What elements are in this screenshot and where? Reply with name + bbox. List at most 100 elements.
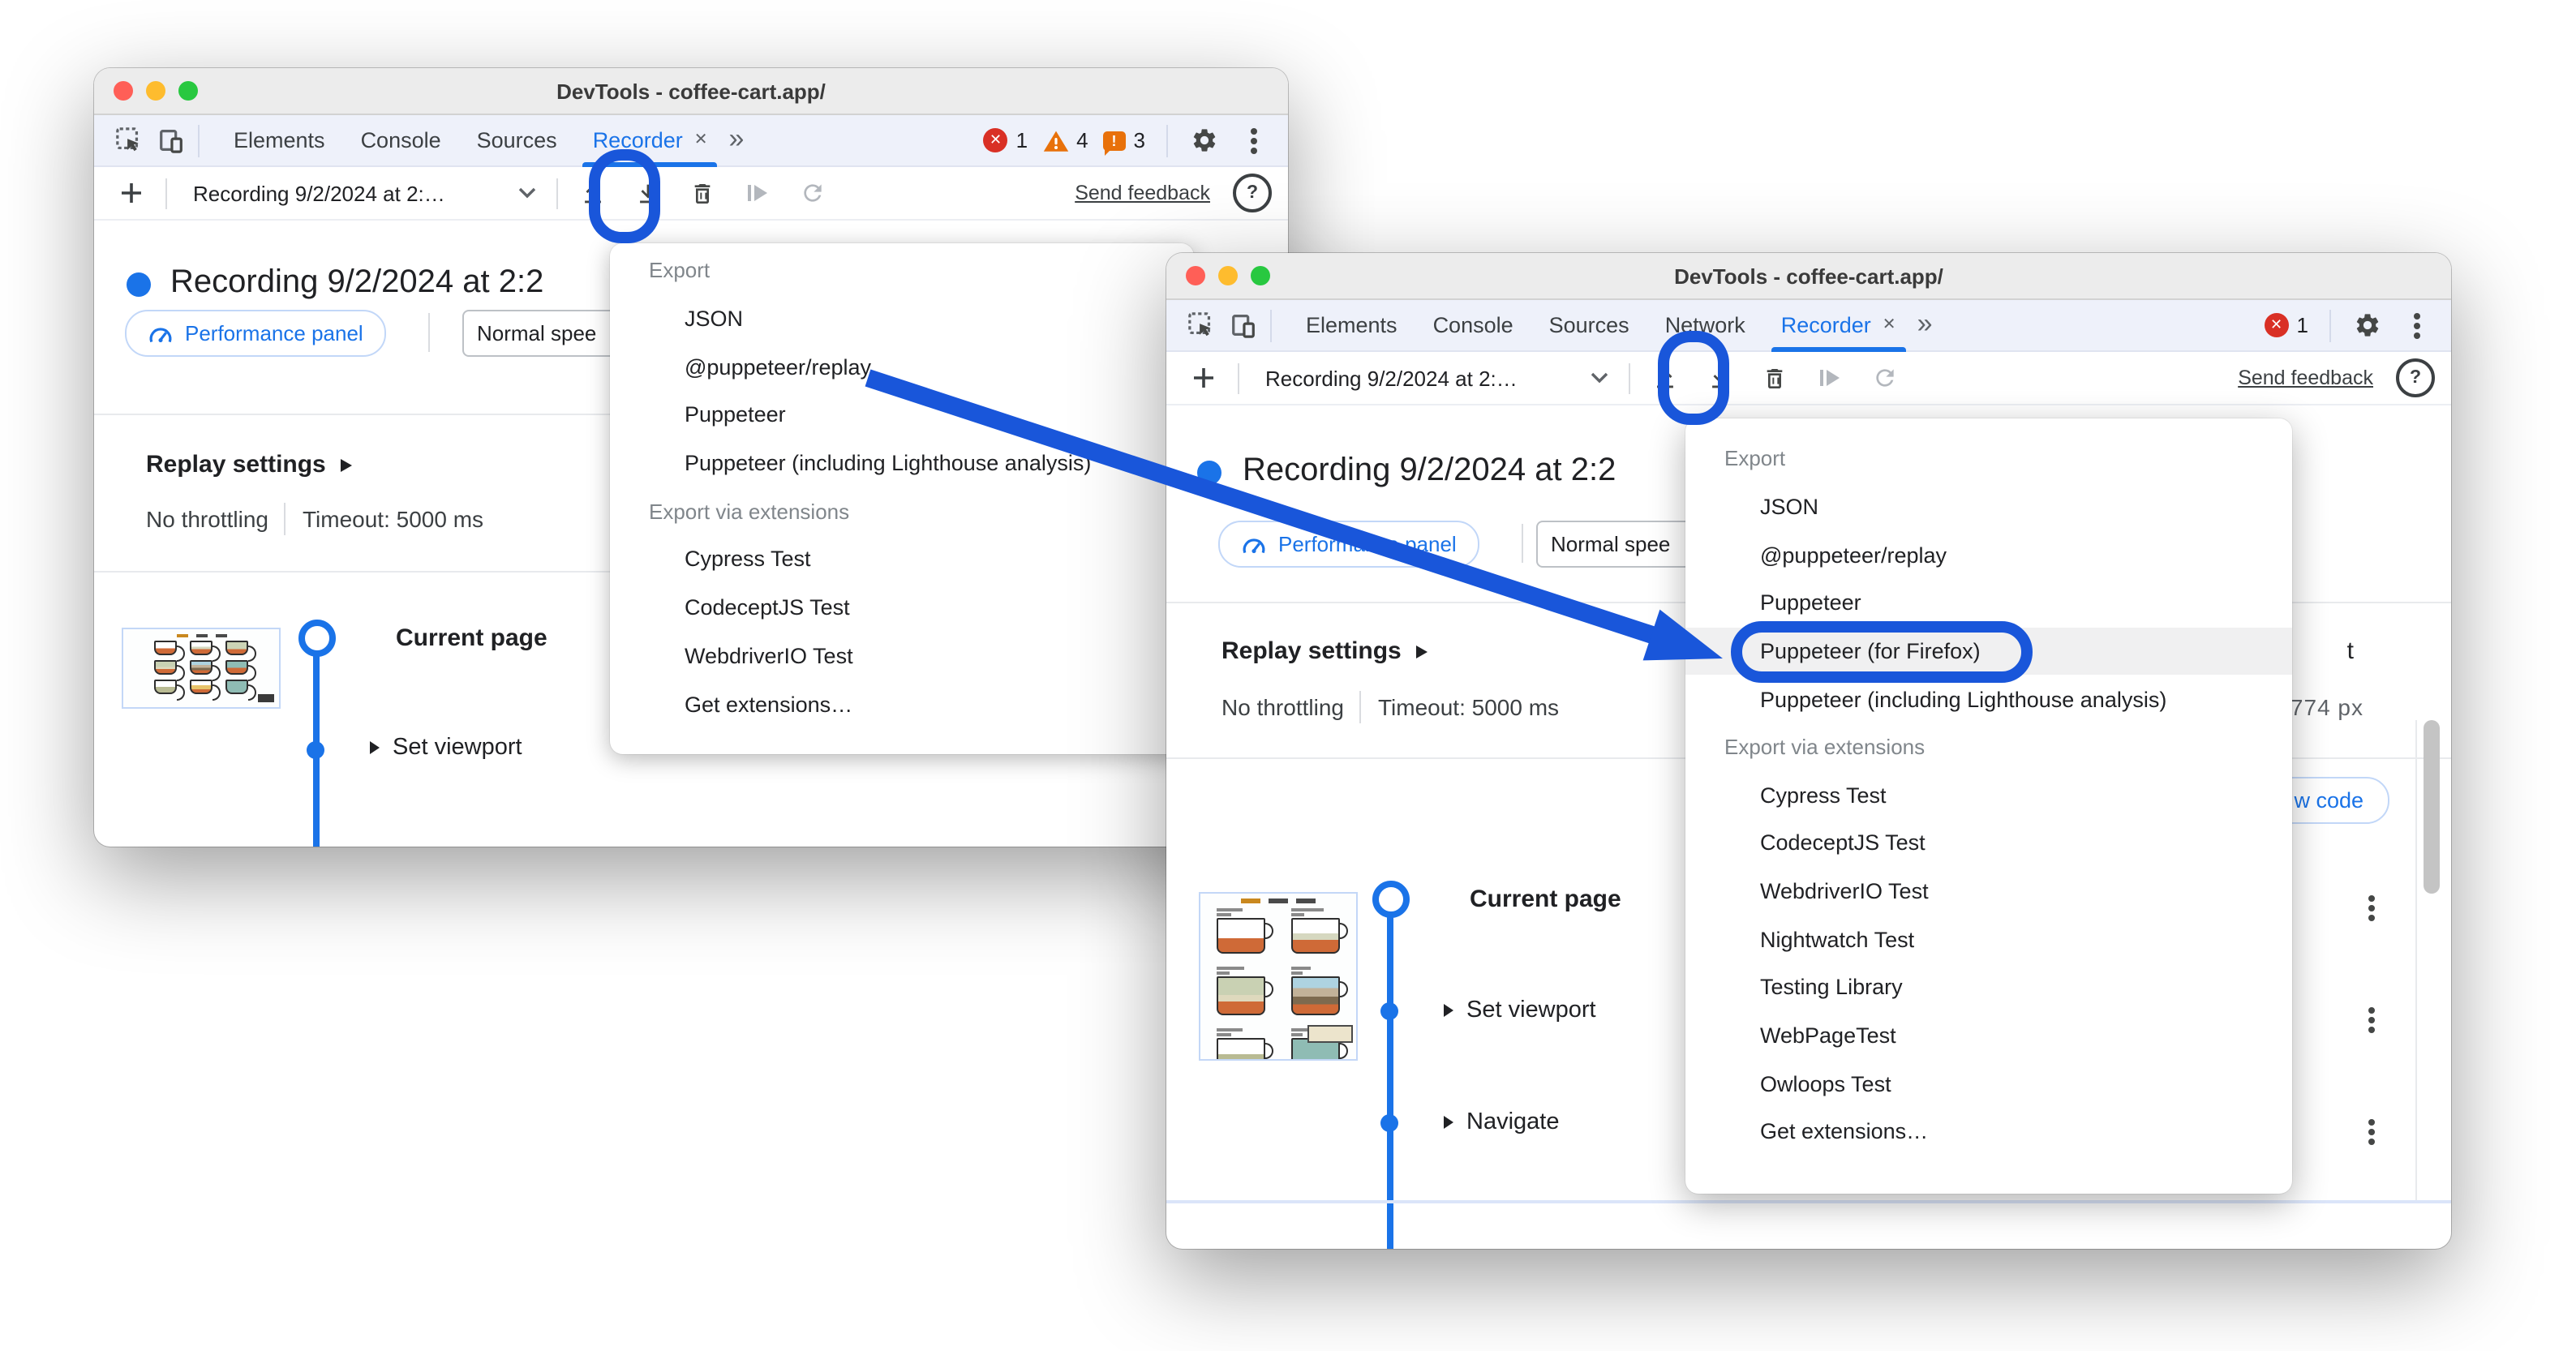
step-options-kebab-icon[interactable] xyxy=(2360,1001,2383,1040)
menu-item-puppeteer-replay[interactable]: @puppeteer/replay xyxy=(1685,531,2292,579)
tab-recorder-label: Recorder xyxy=(1780,313,1871,337)
menu-item-codeceptjs[interactable]: CodeceptJS Test xyxy=(610,584,1194,632)
vertical-scrollbar[interactable] xyxy=(2424,720,2440,894)
menu-item-json[interactable]: JSON xyxy=(610,294,1194,342)
step-set-viewport[interactable]: Set viewport xyxy=(370,735,522,761)
timeline-circle[interactable] xyxy=(298,620,336,657)
recording-select[interactable]: Recording 9/2/2024 at 2:… xyxy=(180,172,543,214)
kebab-menu-icon[interactable] xyxy=(2396,306,2438,345)
send-feedback-link[interactable]: Send feedback xyxy=(1075,182,1210,204)
issues-count: 3 xyxy=(1133,128,1145,152)
inspect-element-icon[interactable] xyxy=(107,121,149,160)
error-badge-icon[interactable]: ✕ xyxy=(983,128,1008,152)
tab-elements[interactable]: Elements xyxy=(216,115,343,165)
menu-item-puppeteer[interactable]: Puppeteer xyxy=(610,391,1194,439)
rerun-button-disabled[interactable] xyxy=(1864,357,1906,399)
menu-item-get-extensions[interactable]: Get extensions… xyxy=(610,680,1194,727)
timeout-value: Timeout: 5000 ms xyxy=(302,506,484,532)
gear-icon[interactable] xyxy=(1183,121,1225,160)
performance-panel-label: Performance panel xyxy=(1278,532,1457,556)
add-recording-button[interactable] xyxy=(1183,357,1225,399)
delete-recording-icon[interactable] xyxy=(1754,357,1796,399)
titlebar[interactable]: DevTools - coffee-cart.app/ xyxy=(1166,253,2451,300)
close-window-button[interactable] xyxy=(114,81,133,101)
menu-item-cypress[interactable]: Cypress Test xyxy=(610,535,1194,583)
thumbnail-tooltip xyxy=(1307,1025,1353,1043)
menu-item-webdriverio[interactable]: WebdriverIO Test xyxy=(610,632,1194,680)
recording-title: Recording 9/2/2024 at 2:2 xyxy=(1243,452,1616,488)
more-tabs-icon[interactable]: » xyxy=(1914,307,1943,343)
menu-item-get-extensions[interactable]: Get extensions… xyxy=(1685,1108,2292,1156)
replay-settings-toggle[interactable]: Replay settings xyxy=(1221,637,1428,665)
menu-item-json[interactable]: JSON xyxy=(1685,482,2292,530)
kebab-menu-icon[interactable] xyxy=(1233,121,1275,160)
performance-panel-button[interactable]: Performance panel xyxy=(1218,521,1479,568)
add-recording-button[interactable] xyxy=(110,172,152,214)
menu-item-webpagetest[interactable]: WebPageTest xyxy=(1685,1011,2292,1059)
step-set-viewport-label: Set viewport xyxy=(393,735,522,761)
menu-item-puppeteer-lighthouse[interactable]: Puppeteer (including Lighthouse analysis… xyxy=(610,440,1194,487)
minimize-window-button[interactable] xyxy=(146,81,165,101)
throttling-value: No throttling xyxy=(1221,694,1344,720)
close-icon[interactable]: ✕ xyxy=(694,131,708,149)
delete-recording-icon[interactable] xyxy=(681,172,723,214)
expander-triangle-icon xyxy=(1444,1116,1453,1129)
replay-settings-label: Replay settings xyxy=(146,451,326,478)
gear-icon[interactable] xyxy=(2346,306,2388,345)
divider xyxy=(428,313,430,352)
annotation-circle-export-button-2 xyxy=(1658,331,1729,425)
replay-button-disabled[interactable] xyxy=(1809,357,1851,399)
titlebar[interactable]: DevTools - coffee-cart.app/ xyxy=(94,68,1288,115)
issues-badge-icon[interactable]: ! xyxy=(1102,131,1126,155)
minimize-window-button[interactable] xyxy=(1218,266,1238,285)
menu-item-codeceptjs[interactable]: CodeceptJS Test xyxy=(1685,819,2292,867)
divider xyxy=(1522,524,1523,563)
help-icon[interactable]: ? xyxy=(2396,358,2435,397)
step-navigate[interactable]: Navigate xyxy=(1444,1109,1559,1135)
step-current-page[interactable]: Current page xyxy=(1470,886,1621,913)
tab-sources[interactable]: Sources xyxy=(459,115,575,165)
toggle-device-toolbar-icon[interactable] xyxy=(1221,306,1264,345)
menu-item-webdriverio[interactable]: WebdriverIO Test xyxy=(1685,868,2292,916)
menu-item-puppeteer-replay[interactable]: @puppeteer/replay xyxy=(610,343,1194,391)
rerun-button-disabled[interactable] xyxy=(792,172,834,214)
step-set-viewport[interactable]: Set viewport xyxy=(1444,997,1596,1023)
tab-sources[interactable]: Sources xyxy=(1531,300,1647,350)
timeline-circle[interactable] xyxy=(1372,881,1410,918)
zoom-window-button[interactable] xyxy=(178,81,198,101)
more-tabs-icon[interactable]: » xyxy=(726,122,754,158)
tab-elements[interactable]: Elements xyxy=(1288,300,1415,350)
replay-button-disabled[interactable] xyxy=(736,172,779,214)
help-icon[interactable]: ? xyxy=(1233,174,1272,212)
menu-item-nightwatch[interactable]: Nightwatch Test xyxy=(1685,916,2292,963)
menu-item-puppeteer[interactable]: Puppeteer xyxy=(1685,579,2292,627)
menu-item-owloops[interactable]: Owloops Test xyxy=(1685,1060,2292,1108)
recording-select[interactable]: Recording 9/2/2024 at 2:… xyxy=(1252,357,1616,399)
menu-header-export-extensions: Export via extensions xyxy=(1724,735,1926,760)
replay-settings-toggle[interactable]: Replay settings xyxy=(146,451,352,478)
replay-settings-label: Replay settings xyxy=(1221,637,1402,665)
send-feedback-link[interactable]: Send feedback xyxy=(2238,367,2373,389)
performance-panel-button[interactable]: Performance panel xyxy=(125,310,386,357)
menu-header-export: Export xyxy=(1724,446,1786,471)
timeout-value: Timeout: 5000 ms xyxy=(1377,694,1560,720)
recorder-toolbar: Recording 9/2/2024 at 2:… Send feedback … xyxy=(1166,352,2451,405)
step-current-page[interactable]: Current page xyxy=(396,624,547,652)
toggle-device-toolbar-icon[interactable] xyxy=(149,121,191,160)
close-icon[interactable]: ✕ xyxy=(1883,316,1896,334)
close-window-button[interactable] xyxy=(1186,266,1205,285)
cart-icon xyxy=(258,694,274,702)
step-options-kebab-icon[interactable] xyxy=(2360,889,2383,928)
warning-badge-icon[interactable] xyxy=(1042,129,1068,152)
menu-item-testing-library[interactable]: Testing Library xyxy=(1685,963,2292,1011)
inspect-element-icon[interactable] xyxy=(1179,306,1221,345)
tab-console[interactable]: Console xyxy=(343,115,459,165)
menu-item-cypress[interactable]: Cypress Test xyxy=(1685,771,2292,819)
error-badge-icon[interactable]: ✕ xyxy=(2264,313,2289,337)
step-navigate-label: Navigate xyxy=(1466,1109,1560,1135)
tab-console[interactable]: Console xyxy=(1415,300,1531,350)
window-title: DevTools - coffee-cart.app/ xyxy=(1674,264,1943,288)
step-options-kebab-icon[interactable] xyxy=(2360,1113,2383,1152)
zoom-window-button[interactable] xyxy=(1251,266,1270,285)
tab-recorder[interactable]: Recorder ✕ xyxy=(1763,300,1914,352)
